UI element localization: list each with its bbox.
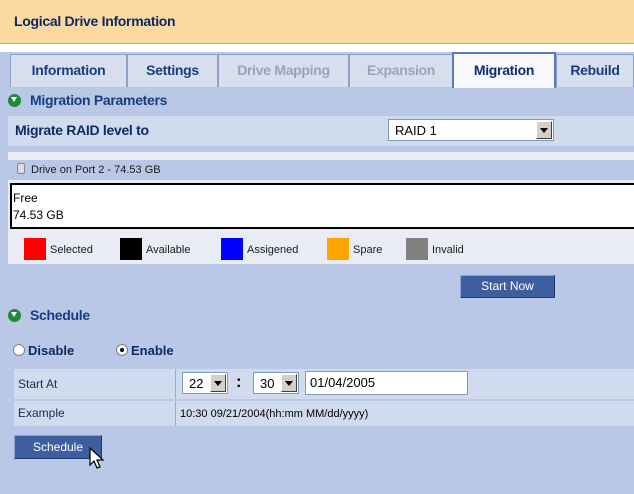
disable-radio[interactable] — [13, 344, 25, 356]
migration-parameters-title: Migration Parameters — [30, 92, 168, 108]
tab-rebuild[interactable]: Rebuild — [556, 54, 634, 87]
legend-swatch-assigned — [221, 238, 243, 260]
tab-expansion[interactable]: Expansion — [349, 54, 453, 87]
legend-swatch-spare — [327, 238, 349, 260]
tab-settings[interactable]: Settings — [127, 54, 218, 87]
date-input[interactable]: 01/04/2005 — [305, 371, 468, 395]
tab-migration[interactable]: Migration — [452, 52, 556, 88]
drive-label: Drive on Port 2 - 74.53 GB — [31, 164, 161, 176]
migration-parameters-header: Migration Parameters — [8, 92, 167, 114]
disk-drive-icon — [17, 163, 25, 174]
legend-swatch-available — [120, 238, 142, 260]
enable-radio[interactable] — [116, 344, 128, 356]
legend-swatch-invalid — [406, 238, 428, 260]
dropdown-arrow-icon[interactable] — [281, 374, 297, 392]
dropdown-arrow-icon[interactable] — [536, 121, 552, 139]
dropdown-arrow-icon[interactable] — [210, 374, 226, 392]
free-space-label: Free — [13, 191, 38, 205]
raid-level-value: RAID 1 — [395, 123, 437, 138]
legend-label-selected: Selected — [50, 244, 93, 256]
disable-label: Disable — [28, 343, 75, 358]
schedule-title: Schedule — [30, 307, 90, 323]
hour-select[interactable]: 22 — [182, 372, 228, 394]
legend-label-spare: Spare — [353, 244, 383, 256]
mouse-cursor-icon — [89, 447, 105, 469]
migrate-raid-label: Migrate RAID level to — [15, 122, 149, 138]
page-title: Logical Drive Information — [14, 13, 176, 29]
row-divider — [175, 369, 176, 399]
start-at-label: Start At — [18, 377, 58, 391]
minute-select[interactable]: 30 — [253, 372, 299, 394]
collapse-chevron-icon[interactable] — [8, 94, 21, 107]
collapse-chevron-icon[interactable] — [8, 309, 21, 322]
legend-label-available: Available — [146, 244, 191, 256]
row-divider — [175, 401, 176, 426]
time-separator: : — [236, 372, 242, 391]
legend-label-invalid: Invalid — [432, 244, 464, 256]
tab-information[interactable]: Information — [10, 54, 127, 87]
free-space-size: 74.53 GB — [13, 208, 64, 222]
start-now-button[interactable]: Start Now — [460, 275, 555, 298]
hour-value: 22 — [189, 376, 204, 391]
example-label: Example — [18, 406, 65, 420]
tab-drive-mapping[interactable]: Drive Mapping — [218, 54, 349, 87]
legend-swatch-selected — [24, 238, 46, 260]
schedule-header: Schedule — [8, 307, 90, 329]
free-space-segment[interactable] — [10, 183, 634, 229]
enable-label: Enable — [131, 343, 174, 358]
raid-level-select[interactable]: RAID 1 — [388, 119, 554, 141]
minute-value: 30 — [260, 376, 275, 391]
example-value: 10:30 09/21/2004(hh:mm MM/dd/yyyy) — [180, 408, 369, 420]
legend-label-assigned: Assigened — [247, 244, 299, 256]
